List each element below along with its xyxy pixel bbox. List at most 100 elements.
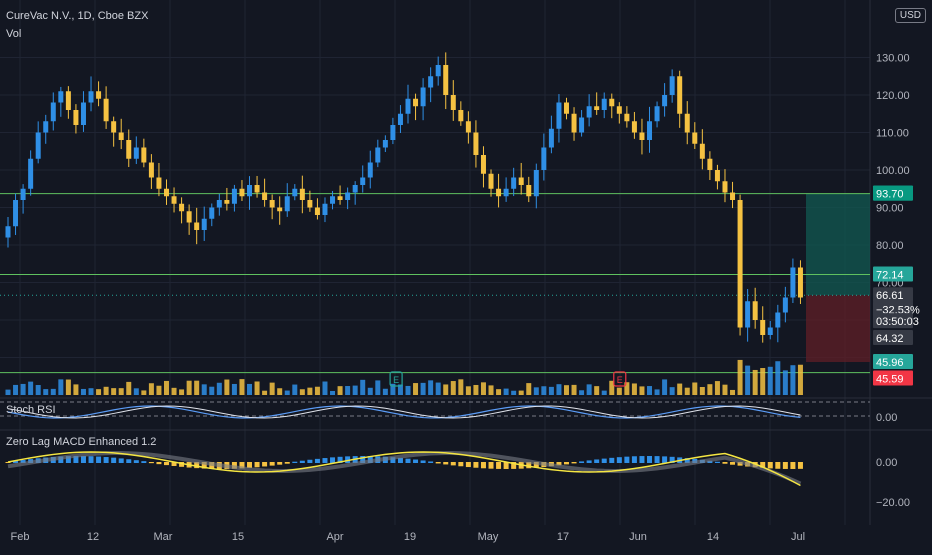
- volume-bar: [684, 387, 690, 395]
- macd-histogram-bar: [654, 456, 660, 463]
- volume-bar: [760, 368, 766, 395]
- volume-bar: [186, 380, 192, 395]
- macd-title: Zero Lag MACD Enhanced 1.2: [6, 436, 157, 448]
- volume-bar: [480, 382, 486, 395]
- volume-bar: [699, 386, 705, 395]
- candle-body: [239, 188, 245, 197]
- macd-histogram-bar: [594, 459, 600, 463]
- price-label-text: 45.59: [876, 374, 904, 386]
- candle-body: [586, 106, 592, 118]
- volume-bar: [616, 387, 622, 395]
- candle-body: [277, 207, 283, 212]
- volume-bar: [330, 390, 336, 395]
- candle-body: [352, 185, 358, 193]
- macd-histogram-bar: [314, 458, 320, 463]
- candle-body: [35, 132, 41, 159]
- macd-axis-tick: 0.00: [876, 457, 897, 469]
- volume-bar: [269, 382, 275, 395]
- volume-bar: [496, 389, 502, 395]
- macd-histogram-bar: [782, 462, 788, 469]
- candle-body: [314, 207, 320, 215]
- earnings-marker-label: E: [617, 375, 623, 385]
- volume-bar: [201, 384, 207, 395]
- volume-bar: [518, 390, 524, 395]
- candle-body: [186, 211, 192, 223]
- volume-bar: [503, 388, 509, 395]
- macd-histogram-bar: [420, 460, 426, 463]
- candle-body: [760, 320, 766, 335]
- candle-body: [50, 102, 56, 122]
- candle-body: [307, 200, 313, 208]
- volume-bar: [118, 388, 124, 395]
- candle-body: [20, 188, 26, 200]
- earnings-marker-label: E: [393, 375, 399, 385]
- price-label-text: 45.96: [876, 357, 904, 369]
- candle-body: [684, 113, 690, 133]
- stoch-rsi-title: Stoch RSI: [6, 404, 56, 416]
- candle-body: [624, 113, 630, 122]
- volume-bar: [96, 389, 102, 395]
- volume-bar: [65, 379, 71, 395]
- candle-body: [714, 170, 720, 182]
- price-label-text: 93.70: [876, 189, 904, 201]
- volume-bar: [556, 384, 562, 395]
- volume-bar: [594, 386, 600, 395]
- candle-body: [563, 102, 569, 114]
- volume-bar: [375, 380, 381, 395]
- candle-body: [367, 162, 373, 178]
- candle-body: [397, 113, 403, 125]
- candle-body: [156, 177, 162, 189]
- candlestick-chart[interactable]: 130.00120.00110.00100.0090.0080.0070.005…: [0, 0, 932, 550]
- volume-bar: [209, 386, 215, 395]
- macd-histogram-bar: [330, 457, 336, 463]
- candle-body: [201, 218, 207, 230]
- price-axis-tick: 100.00: [876, 165, 910, 177]
- macd-histogram-bar: [722, 462, 728, 464]
- volume-bar: [707, 384, 713, 395]
- volume-bar: [292, 384, 298, 395]
- volume-bar: [730, 389, 736, 395]
- volume-bar: [435, 382, 441, 395]
- candle-body: [654, 106, 660, 122]
- candle-body: [80, 102, 86, 125]
- volume-bar: [745, 365, 751, 395]
- volume-bar: [677, 383, 683, 395]
- volume-bar: [465, 386, 471, 395]
- candle-body: [450, 95, 456, 110]
- time-axis-tick: 14: [707, 531, 719, 543]
- macd-histogram-bar: [254, 462, 260, 468]
- macd-histogram-bar: [277, 462, 283, 465]
- candle-body: [458, 110, 464, 122]
- volume-bar: [194, 380, 200, 395]
- macd-histogram-bar: [262, 462, 268, 467]
- loss-zone: [806, 295, 870, 362]
- volume-bar: [277, 388, 283, 395]
- candle-body: [405, 98, 411, 114]
- candle-body: [269, 200, 275, 208]
- volume-bar: [73, 384, 79, 395]
- currency-button[interactable]: USD: [894, 8, 926, 23]
- volume-bar: [360, 379, 366, 395]
- volume-bar: [767, 366, 773, 395]
- candle-body: [65, 91, 71, 110]
- volume-bar: [262, 390, 268, 395]
- candle-body: [699, 143, 705, 159]
- volume-bar: [337, 386, 343, 395]
- volume-bar: [163, 380, 169, 395]
- volume-bar: [420, 382, 426, 395]
- volume-bar: [647, 386, 653, 395]
- macd-histogram-bar: [307, 459, 313, 463]
- candle-body: [797, 267, 803, 298]
- macd-histogram-bar: [488, 462, 494, 469]
- candle-body: [133, 147, 139, 159]
- candle-body: [111, 121, 117, 133]
- time-axis-tick: Apr: [326, 531, 343, 543]
- macd-histogram-bar: [624, 456, 630, 463]
- volume-bar: [50, 388, 56, 395]
- volume-bar: [571, 384, 577, 395]
- price-axis-tick: 0.00: [876, 412, 897, 424]
- volume-bar: [797, 364, 803, 395]
- price-axis-tick: 80.00: [876, 240, 904, 252]
- candle-body: [292, 188, 298, 197]
- candle-body: [579, 117, 585, 133]
